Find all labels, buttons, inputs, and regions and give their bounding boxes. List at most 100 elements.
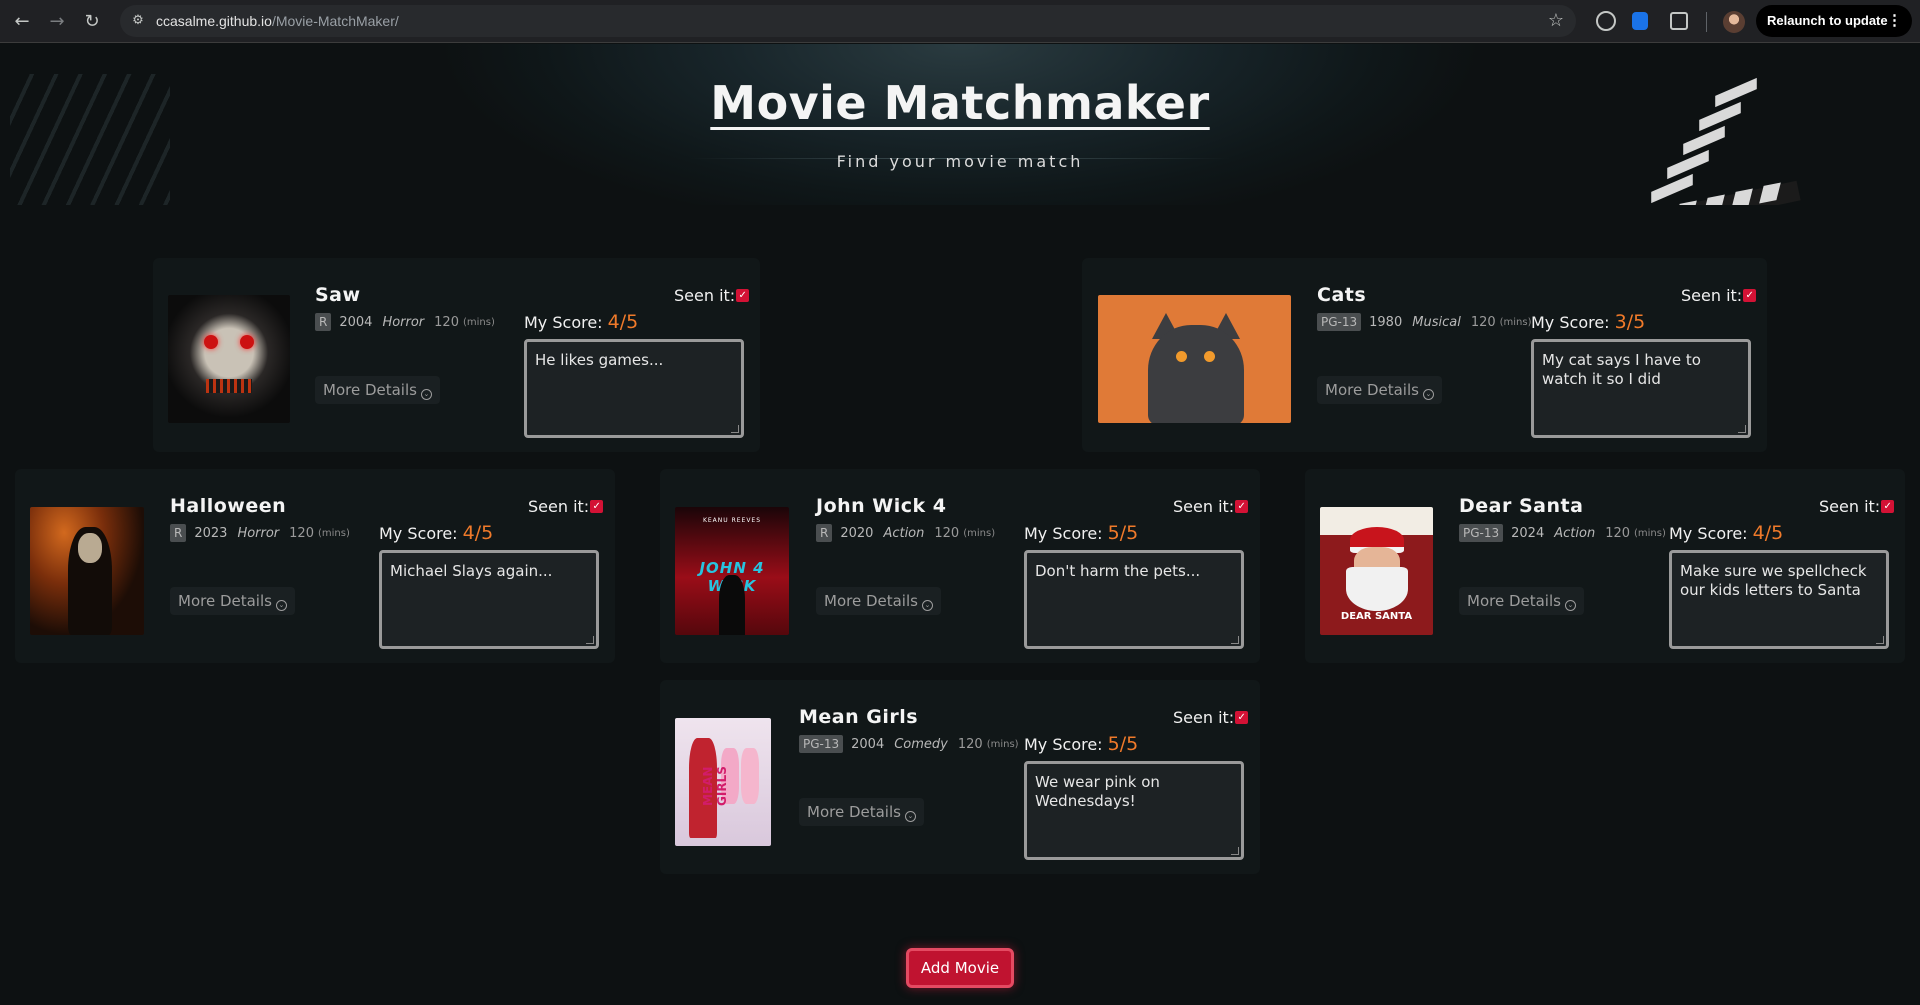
more-details-label: More Details bbox=[824, 592, 918, 610]
runtime-unit: (mins) bbox=[986, 738, 1019, 750]
score-value: 4/5 bbox=[1752, 522, 1784, 544]
resize-handle-icon[interactable] bbox=[1738, 425, 1746, 433]
more-menu-icon[interactable]: ⋮ bbox=[1887, 5, 1902, 37]
my-score: My Score: 4/5 bbox=[1669, 522, 1783, 544]
movie-year: 2023 bbox=[194, 525, 228, 541]
forward-icon[interactable]: → bbox=[45, 10, 69, 34]
more-details-button[interactable]: More Details ⌄ bbox=[1317, 376, 1442, 404]
resize-handle-icon[interactable] bbox=[1876, 636, 1884, 644]
resize-handle-icon[interactable] bbox=[731, 425, 739, 433]
relaunch-label: Relaunch to update bbox=[1767, 13, 1888, 28]
seen-it-label: Seen it: bbox=[1173, 497, 1235, 516]
movie-card: Halloween R 2023 Horror 120 (mins) More … bbox=[15, 469, 615, 663]
notes-textarea[interactable]: Make sure we spellcheck our kids letters… bbox=[1669, 550, 1889, 649]
more-details-button[interactable]: More Details ⌄ bbox=[1459, 587, 1584, 615]
bookmark-star-icon[interactable]: ☆ bbox=[1548, 10, 1564, 31]
toolbar-divider bbox=[1706, 12, 1707, 32]
seen-checkbox[interactable]: ✓ bbox=[736, 289, 750, 302]
seen-checkbox[interactable]: ✓ bbox=[1235, 500, 1249, 513]
score-value: 4/5 bbox=[607, 311, 639, 333]
movie-runtime: 120 bbox=[957, 736, 983, 752]
runtime-unit: (mins) bbox=[963, 527, 996, 539]
rating-badge: PG-13 bbox=[1317, 313, 1362, 331]
movie-title: Dear Santa bbox=[1459, 495, 1584, 517]
rating-badge: R bbox=[170, 524, 187, 542]
movie-genre: Action bbox=[883, 525, 925, 541]
relaunch-button[interactable]: Relaunch to update ⋮ bbox=[1756, 5, 1912, 37]
seen-checkbox[interactable]: ✓ bbox=[590, 500, 604, 513]
my-score: My Score: 4/5 bbox=[379, 522, 493, 544]
more-details-button[interactable]: More Details ⌄ bbox=[170, 587, 295, 615]
extensions-puzzle-icon[interactable] bbox=[1670, 12, 1688, 30]
extension-icon[interactable] bbox=[1632, 12, 1648, 30]
seen-it-toggle[interactable]: Seen it: ✓ bbox=[528, 497, 604, 516]
add-movie-button[interactable]: Add Movie bbox=[906, 948, 1014, 988]
chevron-down-icon: ⌄ bbox=[420, 389, 432, 400]
runtime-unit: (mins) bbox=[1499, 316, 1532, 328]
movie-genre: Action bbox=[1554, 525, 1596, 541]
john-wick-poster-icon: KEANU REEVES JOHN 4 WICK bbox=[675, 507, 789, 635]
page-title: Movie Matchmaker bbox=[710, 76, 1210, 130]
more-details-label: More Details bbox=[323, 381, 417, 399]
extension-icon[interactable] bbox=[1596, 11, 1616, 31]
movie-title: Cats bbox=[1317, 284, 1367, 306]
seen-checkbox[interactable]: ✓ bbox=[1743, 289, 1757, 302]
movie-year: 2020 bbox=[840, 525, 874, 541]
seen-it-toggle[interactable]: Seen it: ✓ bbox=[674, 286, 750, 305]
movie-meta: R 2004 Horror 120 (mins) bbox=[315, 313, 495, 331]
runtime-unit: (mins) bbox=[317, 527, 350, 539]
score-value: 3/5 bbox=[1614, 311, 1646, 333]
rating-badge: R bbox=[816, 524, 833, 542]
seen-it-toggle[interactable]: Seen it: ✓ bbox=[1681, 286, 1757, 305]
movie-meta: R 2023 Horror 120 (mins) bbox=[170, 524, 350, 542]
movie-runtime: 120 bbox=[1470, 314, 1496, 330]
seen-it-toggle[interactable]: Seen it: ✓ bbox=[1173, 708, 1249, 727]
score-label: My Score: bbox=[1531, 313, 1615, 332]
notes-text: He likes games... bbox=[535, 351, 664, 369]
seen-checkbox[interactable]: ✓ bbox=[1881, 500, 1895, 513]
more-details-button[interactable]: More Details ⌄ bbox=[799, 798, 924, 826]
my-score: My Score: 3/5 bbox=[1531, 311, 1645, 333]
movie-year: 2024 bbox=[1511, 525, 1545, 541]
seen-it-toggle[interactable]: Seen it: ✓ bbox=[1173, 497, 1249, 516]
movie-card: Saw R 2004 Horror 120 (mins) More Detail… bbox=[153, 258, 760, 452]
notes-textarea[interactable]: Don't harm the pets... bbox=[1024, 550, 1244, 649]
movie-title: John Wick 4 bbox=[816, 495, 947, 517]
more-details-button[interactable]: More Details ⌄ bbox=[816, 587, 941, 615]
back-icon[interactable]: ← bbox=[10, 10, 34, 34]
reload-icon[interactable]: ↻ bbox=[80, 10, 104, 34]
my-score: My Score: 5/5 bbox=[1024, 733, 1138, 755]
site-settings-icon[interactable]: ⚙ bbox=[130, 13, 146, 29]
my-score: My Score: 4/5 bbox=[524, 311, 638, 333]
resize-handle-icon[interactable] bbox=[586, 636, 594, 644]
movie-year: 2004 bbox=[851, 736, 885, 752]
movie-meta: PG-13 2024 Action 120 (mins) bbox=[1459, 524, 1666, 542]
notes-textarea[interactable]: My cat says I have to watch it so I did bbox=[1531, 339, 1751, 438]
movie-card: KEANU REEVES JOHN 4 WICK John Wick 4 R 2… bbox=[660, 469, 1260, 663]
more-details-button[interactable]: More Details ⌄ bbox=[315, 376, 440, 404]
resize-handle-icon[interactable] bbox=[1231, 636, 1239, 644]
saw-poster-icon bbox=[168, 295, 290, 423]
halloween-poster-icon bbox=[30, 507, 144, 635]
profile-avatar[interactable] bbox=[1723, 11, 1745, 33]
score-value: 5/5 bbox=[1107, 733, 1139, 755]
notes-textarea[interactable]: He likes games... bbox=[524, 339, 744, 438]
runtime-unit: (mins) bbox=[462, 316, 495, 328]
mean-girls-poster-icon: MEAN GIRLS bbox=[675, 718, 771, 846]
notes-textarea[interactable]: Michael Slays again... bbox=[379, 550, 599, 649]
seen-checkbox[interactable]: ✓ bbox=[1235, 711, 1249, 724]
address-bar[interactable]: ⚙ ccasalme.github.io/Movie-MatchMaker/ ☆ bbox=[120, 5, 1576, 37]
notes-textarea[interactable]: We wear pink on Wednesdays! bbox=[1024, 761, 1244, 860]
movie-genre: Horror bbox=[382, 314, 425, 330]
movie-genre: Comedy bbox=[894, 736, 948, 752]
movie-genre: Horror bbox=[237, 525, 280, 541]
resize-handle-icon[interactable] bbox=[1231, 847, 1239, 855]
chevron-down-icon: ⌄ bbox=[275, 600, 287, 611]
movie-year: 1980 bbox=[1369, 314, 1403, 330]
movie-card: Cats PG-13 1980 Musical 120 (mins) More … bbox=[1082, 258, 1767, 452]
more-details-label: More Details bbox=[807, 803, 901, 821]
chevron-down-icon: ⌄ bbox=[1422, 389, 1434, 400]
more-details-label: More Details bbox=[178, 592, 272, 610]
poster-title: DEAR SANTA bbox=[1340, 611, 1413, 622]
seen-it-toggle[interactable]: Seen it: ✓ bbox=[1819, 497, 1895, 516]
